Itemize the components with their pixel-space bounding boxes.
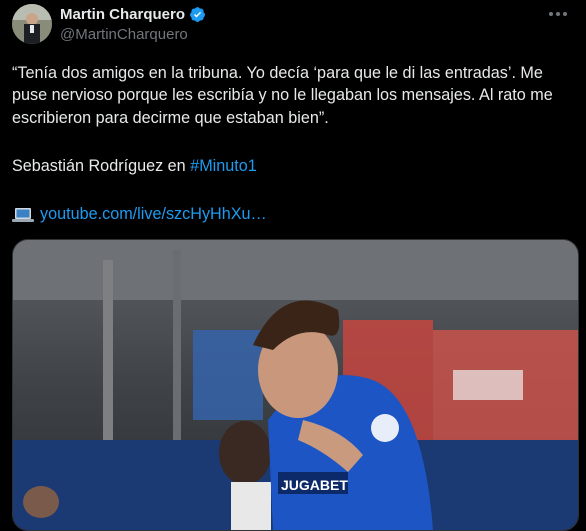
hashtag-link[interactable]: #Minuto1 — [190, 157, 257, 175]
author-name-row: Martin Charquero — [60, 6, 206, 23]
avatar[interactable] — [12, 4, 52, 44]
laptop-icon — [12, 207, 34, 223]
sponsor-text: JUGABET — [281, 477, 348, 493]
tweet-media-photo[interactable]: JUGABET — [12, 239, 579, 531]
tweet-body: “Tenía dos amigos en la tribuna. Yo decí… — [12, 62, 578, 129]
more-options-icon[interactable] — [546, 2, 570, 26]
author-handle[interactable]: @MartinCharquero — [60, 26, 188, 43]
youtube-link[interactable]: youtube.com/live/szcHyHhXu… — [40, 205, 267, 224]
tweet-attribution: Sebastián Rodríguez en #Minuto1 — [12, 157, 257, 176]
attribution-text: Sebastián Rodríguez en — [12, 157, 191, 175]
tweet-quote-text: “Tenía dos amigos en la tribuna. Yo decí… — [12, 64, 553, 127]
author-display-name[interactable]: Martin Charquero — [60, 6, 185, 23]
verified-badge-icon — [189, 6, 206, 23]
tweet-link-row: youtube.com/live/szcHyHhXu… — [12, 205, 267, 224]
